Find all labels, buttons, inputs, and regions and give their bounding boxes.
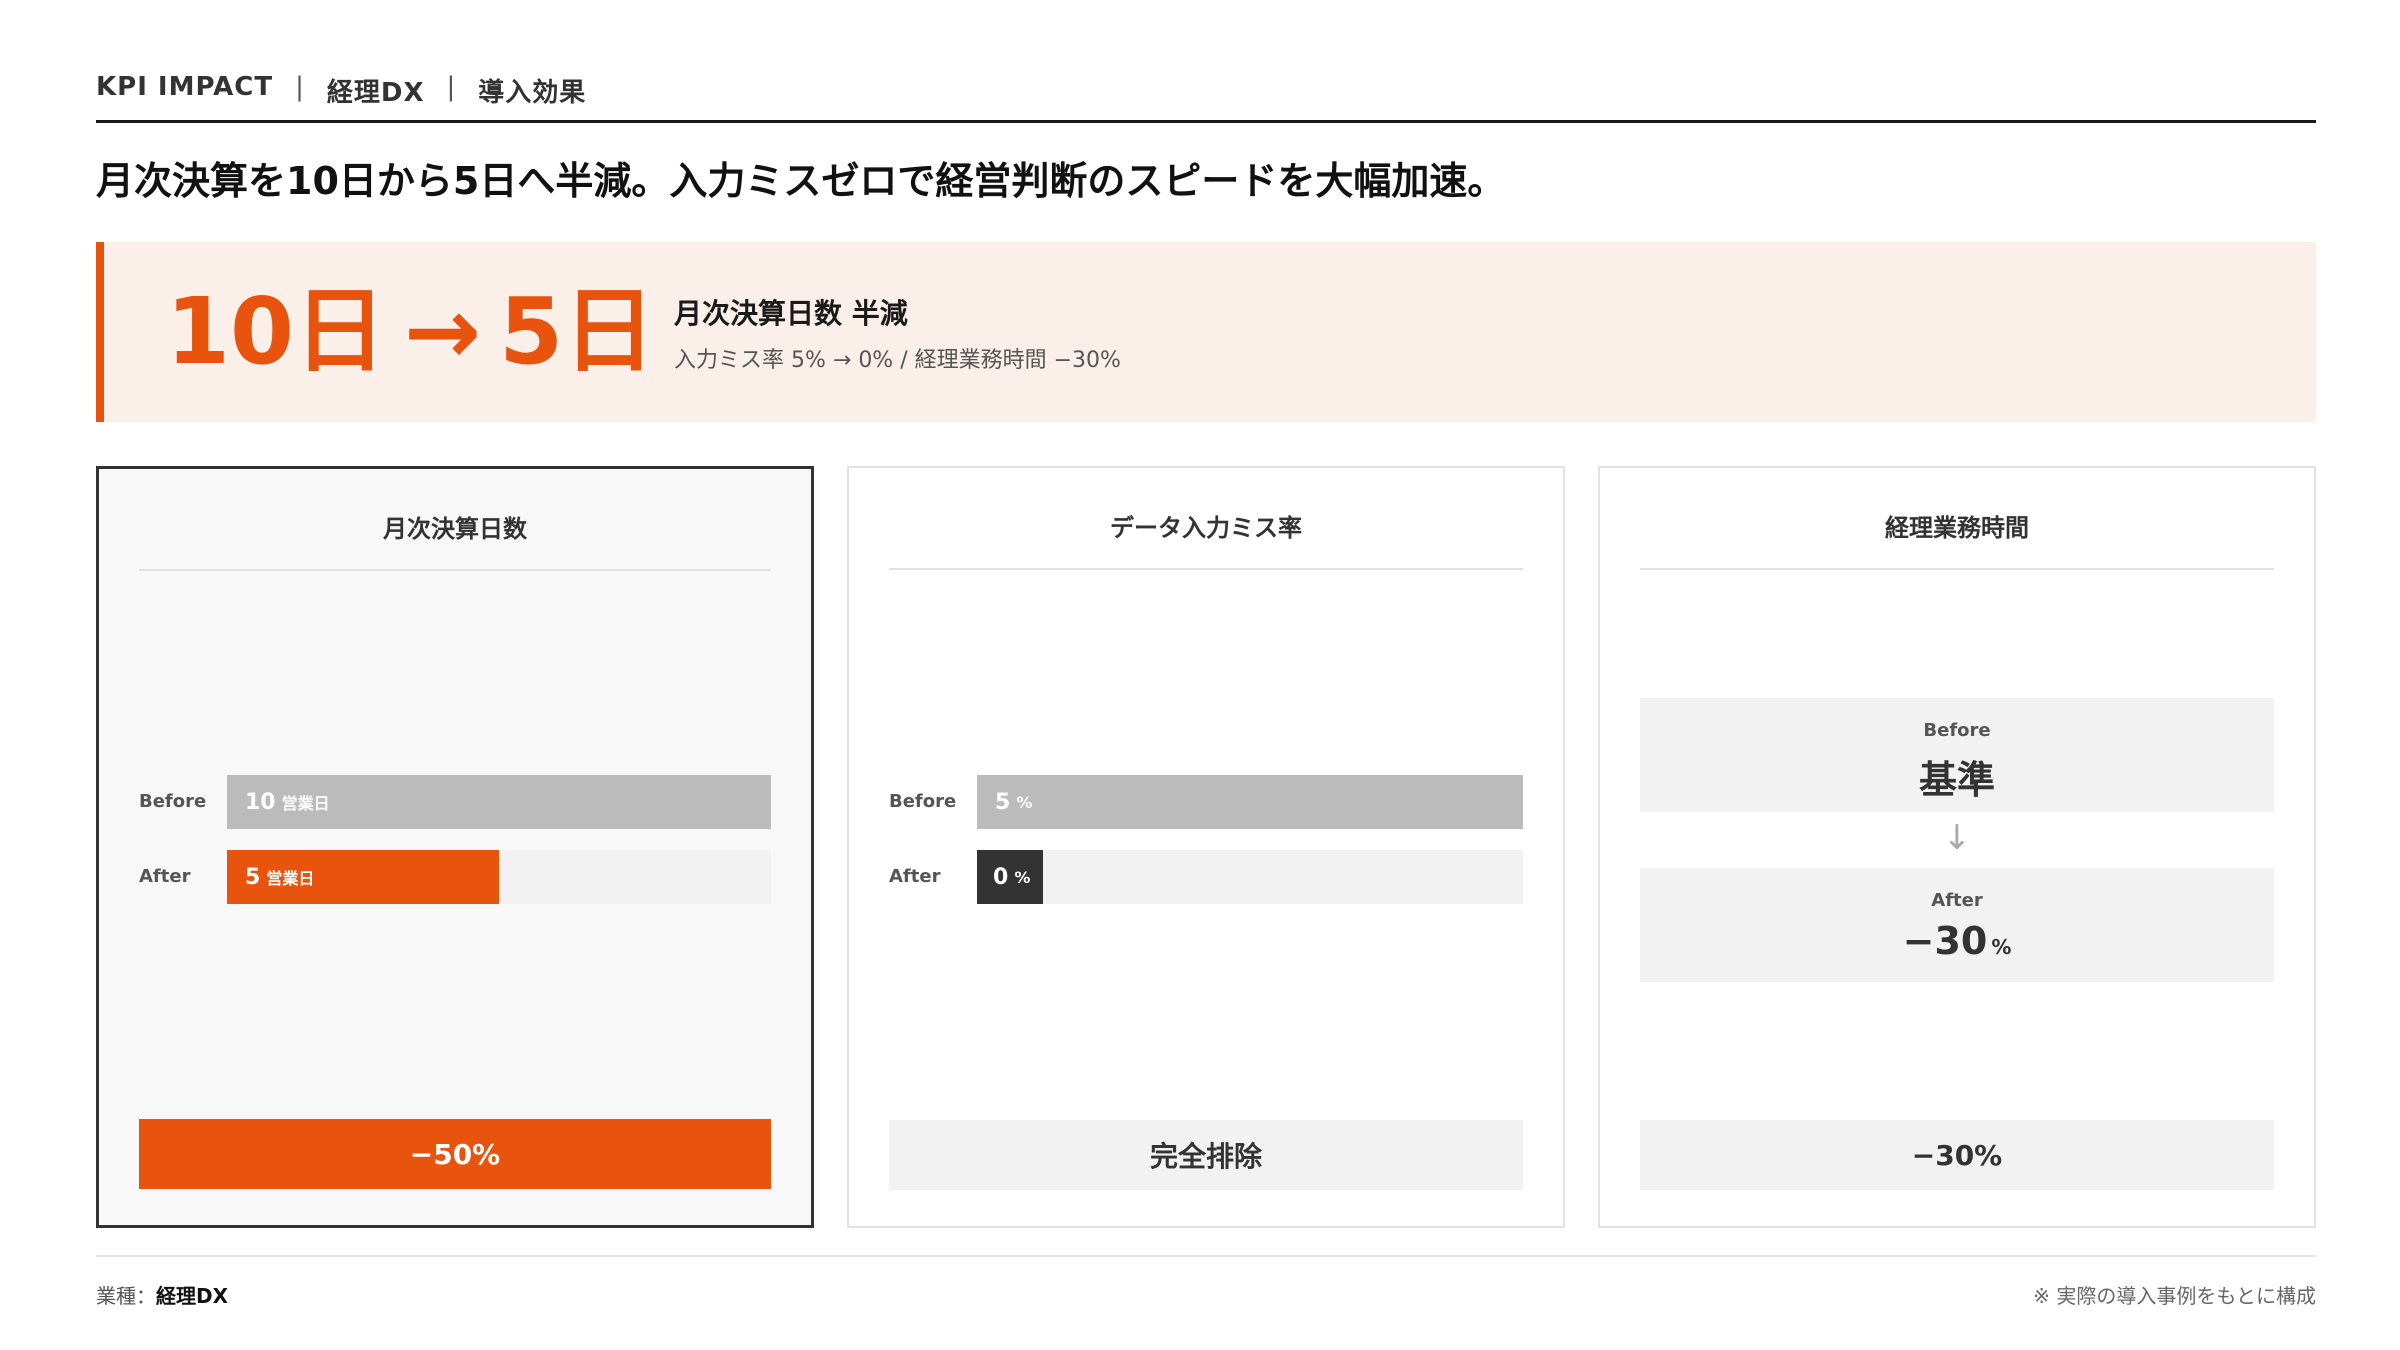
bar-unit: % [1016, 792, 1033, 812]
card-title: データ入力ミス率 [889, 508, 1523, 570]
bar-track: 5% [977, 775, 1523, 829]
stat-value: 基準 [1918, 758, 1995, 802]
header-separator: | [446, 72, 457, 102]
header-category: 経理DX [326, 78, 425, 108]
stat-unit: % [1991, 935, 2012, 959]
bar-fill-after: 5 営業日 [227, 850, 499, 904]
hero-after: 5日 [499, 278, 656, 385]
bar-fill-before: 5% [977, 775, 1523, 829]
hero-banner: 10日 → 5日 月次決算日数 半減 入力ミス率 5% → 0% / 経理業務時間 … [96, 242, 2316, 422]
card-title: 月次決算日数 [139, 509, 771, 571]
page-headline: 月次決算を10日から5日へ半減。入力ミスゼロで経営判断のスピードを大幅加速。 [96, 159, 1506, 203]
stat-before: Before 基準 [1640, 698, 2274, 812]
industry-value: 経理DX [156, 1284, 229, 1308]
bar-value: 0 [993, 864, 1009, 890]
bar-fill-after: 0% [977, 850, 1043, 904]
card-result: −50% [139, 1119, 771, 1189]
bar-label: Before [889, 791, 957, 812]
bar-track: 10 営業日 [227, 775, 771, 829]
bar-track: 0% [977, 850, 1523, 904]
hero-arrow: → [404, 278, 482, 385]
kpi-card-closing-days: 月次決算日数 Before 10 営業日 After 5 営業日 −50% [96, 466, 814, 1228]
bar-unit: 営業日 [281, 794, 330, 813]
card-title: 経理業務時間 [1640, 508, 2274, 570]
page-header: KPI IMPACT | 経理DX | 導入効果 [96, 72, 2316, 123]
bar-value: 5 [995, 789, 1011, 815]
hero-subtitle: 入力ミス率 5% → 0% / 経理業務時間 −30% [674, 348, 1121, 373]
footer-divider [96, 1255, 2316, 1257]
industry-prefix: 業種： [96, 1284, 156, 1308]
card-result: 完全排除 [889, 1120, 1523, 1190]
stat-number: −30 [1902, 919, 1988, 963]
kpi-card-work-hours: 経理業務時間 Before 基準 ↓ After −30% −30% [1598, 466, 2316, 1228]
industry-label: 業種：経理DX [96, 1280, 228, 1309]
stat-label: After [1931, 890, 1983, 911]
bar-unit: 営業日 [266, 869, 315, 888]
kpi-card-error-rate: データ入力ミス率 Before 5% After 0% 完全排除 [847, 466, 1565, 1228]
bar-row-before: Before 5% [889, 775, 1523, 829]
bar-label: After [889, 866, 941, 887]
stat-value: −30% [1640, 919, 2274, 963]
header-label: KPI IMPACT [96, 72, 274, 102]
bar-unit: % [1014, 867, 1031, 887]
source-note: ※ 実際の導入事例をもとに構成 [2033, 1284, 2316, 1308]
bar-label: Before [139, 791, 207, 812]
hero-metric: 10日 → 5日 [166, 282, 655, 382]
bar-row-after: After 5 営業日 [139, 850, 771, 904]
hero-before: 10日 [166, 278, 387, 385]
header-separator: | [295, 72, 305, 102]
stat-label: Before [1923, 720, 1991, 741]
bar-row-after: After 0% [889, 850, 1523, 904]
bar-fill-before: 10 営業日 [227, 775, 771, 829]
hero-title: 月次決算日数 半減 [674, 297, 908, 330]
bar-track: 5 営業日 [227, 850, 771, 904]
bar-value: 5 [245, 864, 261, 890]
bar-label: After [139, 866, 191, 887]
arrow-down-icon: ↓ [1942, 818, 1972, 858]
stat-after: After −30% [1640, 868, 2274, 982]
header-topic: 導入効果 [478, 78, 587, 108]
bar-value: 10 [245, 789, 276, 815]
card-result: −30% [1640, 1120, 2274, 1190]
bar-row-before: Before 10 営業日 [139, 775, 771, 829]
